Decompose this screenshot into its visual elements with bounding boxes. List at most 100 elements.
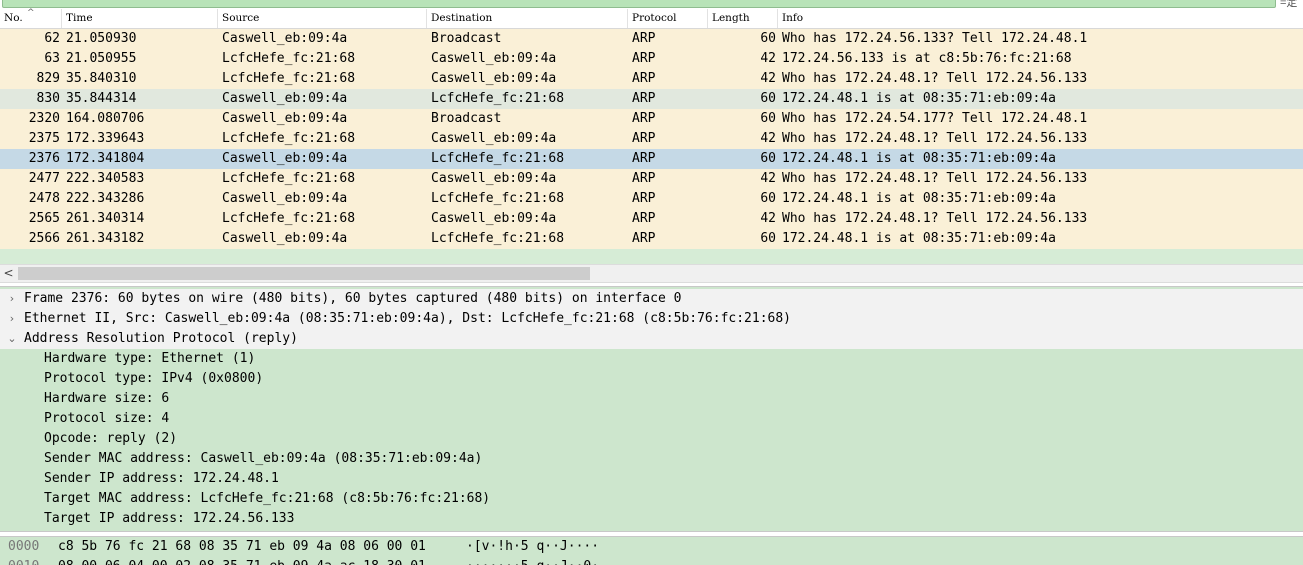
packet-cell-info: 172.24.48.1 is at 08:35:71:eb:09:4a: [782, 231, 1056, 246]
packet-row[interactable]: 829 35.840310 LcfcHefe_fc:21:68 Caswell_eb:…: [0, 69, 1303, 89]
detail-text: Protocol size: 4: [44, 411, 170, 426]
chevron-right-icon[interactable]: ›: [6, 309, 18, 329]
packet-cell-destination: LcfcHefe_fc:21:68: [431, 191, 565, 206]
packet-cell-protocol: ARP: [632, 211, 656, 226]
detail-tree-field[interactable]: Hardware type: Ethernet (1): [0, 349, 1303, 369]
display-filter-input[interactable]: [2, 0, 1276, 8]
detail-tree-field[interactable]: Sender MAC address: Caswell_eb:09:4a (08…: [0, 449, 1303, 469]
packet-cell-time: 261.343182: [66, 231, 145, 246]
packet-cell-no: 2477: [28, 171, 60, 186]
detail-tree-field[interactable]: Opcode: reply (2): [0, 429, 1303, 449]
detail-text: Target MAC address: LcfcHefe_fc:21:68 (c…: [44, 491, 491, 506]
detail-tree-field[interactable]: Protocol size: 4: [0, 409, 1303, 429]
packet-cell-destination: Caswell_eb:09:4a: [431, 211, 557, 226]
packet-list: No. Time Source Destination Protocol Len…: [0, 8, 1303, 264]
packet-cell-info: Who has 172.24.48.1? Tell 172.24.56.133: [782, 131, 1088, 146]
packet-cell-length: 42: [760, 71, 776, 86]
packet-cell-no: 2375: [28, 131, 60, 146]
column-header-protocol[interactable]: Protocol: [628, 9, 708, 28]
packet-cell-time: 222.340583: [66, 171, 145, 186]
packet-cell-info: 172.24.48.1 is at 08:35:71:eb:09:4a: [782, 151, 1056, 166]
packet-cell-protocol: ARP: [632, 31, 656, 46]
packet-bytes-pane: 0000 c8 5b 76 fc 21 68 08 35 71 eb 09 4a …: [0, 536, 1303, 565]
filter-bar-end-text: =定小: [1280, 0, 1298, 9]
packet-cell-protocol: ARP: [632, 151, 656, 166]
packet-cell-no: 2478: [28, 191, 60, 206]
detail-text: Frame 2376: 60 bytes on wire (480 bits),…: [24, 291, 682, 306]
packet-cell-info: 172.24.48.1 is at 08:35:71:eb:09:4a: [782, 91, 1056, 106]
packet-list-header: No. Time Source Destination Protocol Len…: [0, 8, 1303, 29]
detail-tree-field[interactable]: Hardware size: 6: [0, 389, 1303, 409]
detail-text: Address Resolution Protocol (reply): [24, 331, 298, 346]
detail-tree-field[interactable]: Target IP address: 172.24.56.133: [0, 509, 1303, 529]
bytes-row[interactable]: 0000 c8 5b 76 fc 21 68 08 35 71 eb 09 4a …: [0, 537, 1303, 557]
packet-cell-time: 35.840310: [66, 71, 137, 86]
chevron-down-icon[interactable]: ⌄: [6, 329, 18, 349]
packet-cell-info: 172.24.48.1 is at 08:35:71:eb:09:4a: [782, 191, 1056, 206]
packet-cell-info: Who has 172.24.54.177? Tell 172.24.48.1: [782, 111, 1088, 126]
packet-row[interactable]: 2478 222.343286 Caswell_eb:09:4a LcfcHefe_f…: [0, 189, 1303, 209]
packet-cell-source: LcfcHefe_fc:21:68: [222, 71, 356, 86]
detail-text: Hardware size: 6: [44, 391, 170, 406]
packet-cell-time: 172.341804: [66, 151, 145, 166]
detail-tree-node[interactable]: ⌄ Address Resolution Protocol (reply): [0, 329, 1303, 349]
packet-row[interactable]: 62 21.050930 Caswell_eb:09:4a Broadcast ARP 6…: [0, 29, 1303, 49]
column-header-destination[interactable]: Destination: [427, 9, 628, 28]
packet-cell-time: 35.844314: [66, 91, 137, 106]
sort-ascending-icon: ^: [27, 8, 35, 18]
packet-cell-protocol: ARP: [632, 51, 656, 66]
packet-row[interactable]: 2565 261.340314 LcfcHefe_fc:21:68 Caswell_e…: [0, 209, 1303, 229]
packet-cell-info: 172.24.56.133 is at c8:5b:76:fc:21:68: [782, 51, 1072, 66]
horizontal-scrollbar[interactable]: <: [0, 264, 1303, 283]
packet-row[interactable]: 830 35.844314 Caswell_eb:09:4a LcfcHefe_fc:…: [0, 89, 1303, 109]
packet-cell-no: 2376: [28, 151, 60, 166]
packet-cell-protocol: ARP: [632, 131, 656, 146]
detail-tree-field[interactable]: Protocol type: IPv4 (0x0800): [0, 369, 1303, 389]
packet-row[interactable]: 2375 172.339643 LcfcHefe_fc:21:68 Caswell_e…: [0, 129, 1303, 149]
column-header-length[interactable]: Length: [708, 9, 778, 28]
column-header-source[interactable]: Source: [218, 9, 427, 28]
packet-cell-destination: LcfcHefe_fc:21:68: [431, 151, 565, 166]
packet-cell-no: 2566: [28, 231, 60, 246]
packet-cell-no: 829: [36, 71, 60, 86]
column-header-time[interactable]: Time: [62, 9, 218, 28]
packet-list-empty-area: [0, 249, 1303, 264]
packet-cell-length: 42: [760, 131, 776, 146]
detail-text: Sender IP address: 172.24.48.1: [44, 471, 279, 486]
detail-tree-node[interactable]: › Ethernet II, Src: Caswell_eb:09:4a (08:…: [0, 309, 1303, 329]
packet-cell-destination: LcfcHefe_fc:21:68: [431, 231, 565, 246]
packet-cell-destination: Caswell_eb:09:4a: [431, 51, 557, 66]
packet-cell-protocol: ARP: [632, 191, 656, 206]
scroll-left-arrow-icon[interactable]: <: [0, 265, 17, 282]
bytes-ascii: ·[v·!h·5 q··J····: [466, 539, 600, 554]
column-header-info[interactable]: Info: [778, 9, 1303, 28]
packet-cell-no: 2565: [28, 211, 60, 226]
packet-cell-source: Caswell_eb:09:4a: [222, 191, 348, 206]
display-filter-bar: =定小: [0, 0, 1303, 9]
packet-cell-protocol: ARP: [632, 71, 656, 86]
packet-cell-length: 42: [760, 211, 776, 226]
packet-cell-source: Caswell_eb:09:4a: [222, 31, 348, 46]
packet-cell-length: 42: [760, 51, 776, 66]
packet-row[interactable]: 2320 164.080706 Caswell_eb:09:4a Broadcast A…: [0, 109, 1303, 129]
packet-cell-source: Caswell_eb:09:4a: [222, 231, 348, 246]
detail-tree-field[interactable]: Target MAC address: LcfcHefe_fc:21:68 (c…: [0, 489, 1303, 509]
packet-cell-no: 63: [44, 51, 60, 66]
packet-cell-no: 62: [44, 31, 60, 46]
packet-row[interactable]: 2477 222.340583 LcfcHefe_fc:21:68 Caswell_e…: [0, 169, 1303, 189]
packet-cell-no: 2320: [28, 111, 60, 126]
packet-row[interactable]: 63 21.050955 LcfcHefe_fc:21:68 Caswell_eb:0…: [0, 49, 1303, 69]
packet-cell-destination: Broadcast: [431, 31, 502, 46]
detail-tree-field[interactable]: Sender IP address: 172.24.48.1: [0, 469, 1303, 489]
packet-cell-time: 21.050955: [66, 51, 137, 66]
packet-cell-length: 60: [760, 151, 776, 166]
detail-text: Hardware type: Ethernet (1): [44, 351, 256, 366]
packet-cell-info: Who has 172.24.48.1? Tell 172.24.56.133: [782, 71, 1088, 86]
detail-tree-node[interactable]: › Frame 2376: 60 bytes on wire (480 bits)…: [0, 289, 1303, 309]
chevron-right-icon[interactable]: ›: [6, 289, 18, 309]
detail-text: Target IP address: 172.24.56.133: [44, 511, 295, 526]
packet-row[interactable]: 2376 172.341804 Caswell_eb:09:4a LcfcHefe_f…: [0, 149, 1303, 169]
scrollbar-thumb[interactable]: [18, 267, 590, 280]
packet-cell-length: 60: [760, 31, 776, 46]
packet-row[interactable]: 2566 261.343182 Caswell_eb:09:4a LcfcHefe_f…: [0, 229, 1303, 249]
